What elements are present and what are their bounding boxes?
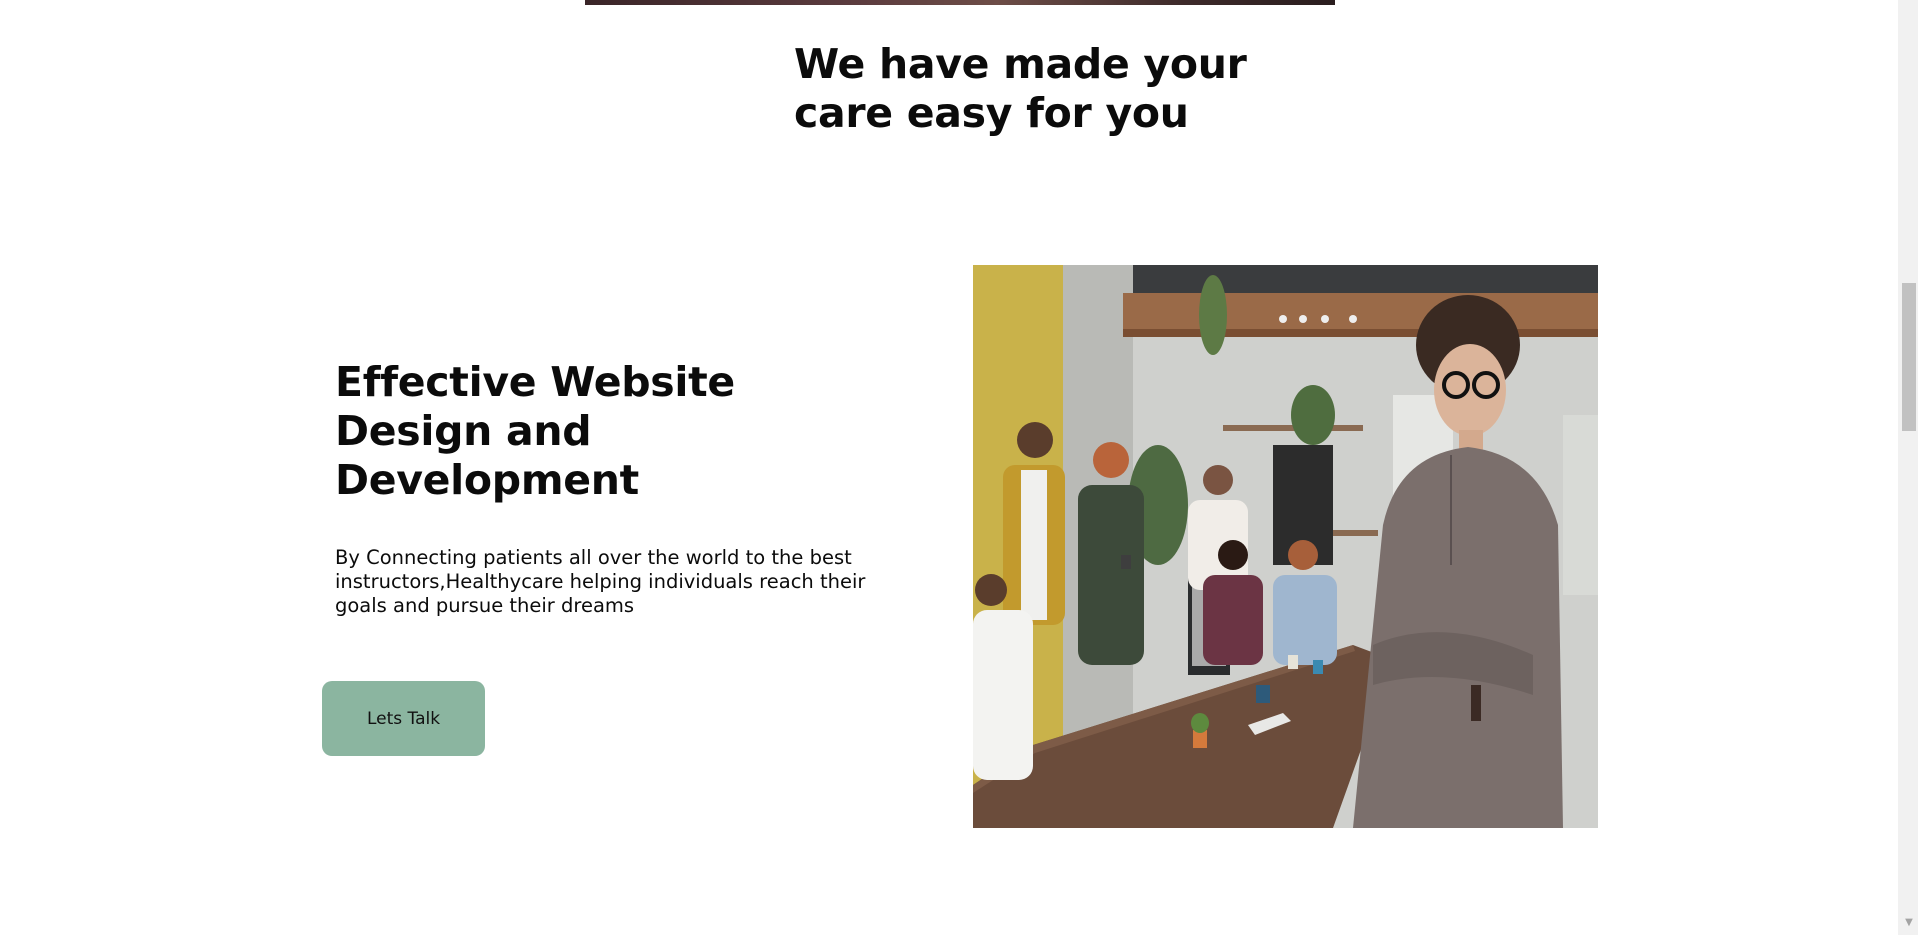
page: We have made your care easy for you Effe… <box>0 0 1918 935</box>
section-heading: We have made your care easy for you <box>794 40 1247 137</box>
chevron-down-icon[interactable]: ▼ <box>1902 916 1916 930</box>
lets-talk-button[interactable]: Lets Talk <box>322 681 485 756</box>
previous-section-image <box>585 0 1335 5</box>
scrollbar-track[interactable] <box>1898 0 1918 935</box>
feature-title: Effective Website Design and Development <box>335 358 735 504</box>
feature-description: By Connecting patients all over the worl… <box>335 546 866 617</box>
scrollbar-thumb[interactable] <box>1902 283 1916 431</box>
team-office-photo <box>973 265 1598 828</box>
